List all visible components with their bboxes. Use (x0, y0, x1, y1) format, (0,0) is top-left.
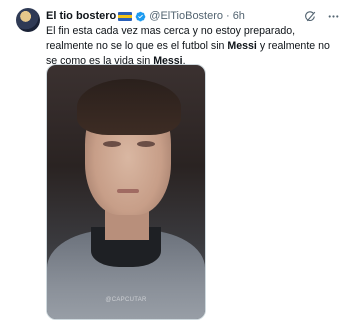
header-actions (304, 10, 340, 23)
author-name[interactable]: El tio bostero (46, 8, 116, 24)
tweet-header: El tio bostero @ElTioBostero · 6h (46, 8, 340, 24)
tweet[interactable]: El tio bostero @ElTioBostero · 6h El fin… (0, 0, 350, 320)
video-subject-hair (77, 79, 181, 135)
author-handle[interactable]: @ElTioBostero (149, 8, 223, 24)
avatar[interactable] (16, 8, 40, 32)
verified-badge-icon (135, 11, 146, 21)
tweet-paragraph: El fin esta cada vez mas cerca y no esto… (46, 24, 342, 69)
separator: · (226, 10, 230, 22)
video-subject-eye (103, 141, 121, 147)
timestamp[interactable]: 6h (233, 8, 245, 24)
grok-icon[interactable] (304, 10, 317, 23)
mention-messi-1: Messi (227, 40, 257, 52)
tweet-video[interactable]: @CAPCUTAR (46, 64, 206, 320)
flag-emoji-icon (118, 11, 133, 21)
video-watermark: @CAPCUTAR (105, 297, 147, 303)
video-subject-mouth (117, 189, 139, 193)
more-options-icon[interactable] (327, 10, 340, 23)
video-subject-eye (137, 141, 155, 147)
tweet-line-1: El fin esta cada vez mas cerca y no esto… (46, 25, 296, 52)
